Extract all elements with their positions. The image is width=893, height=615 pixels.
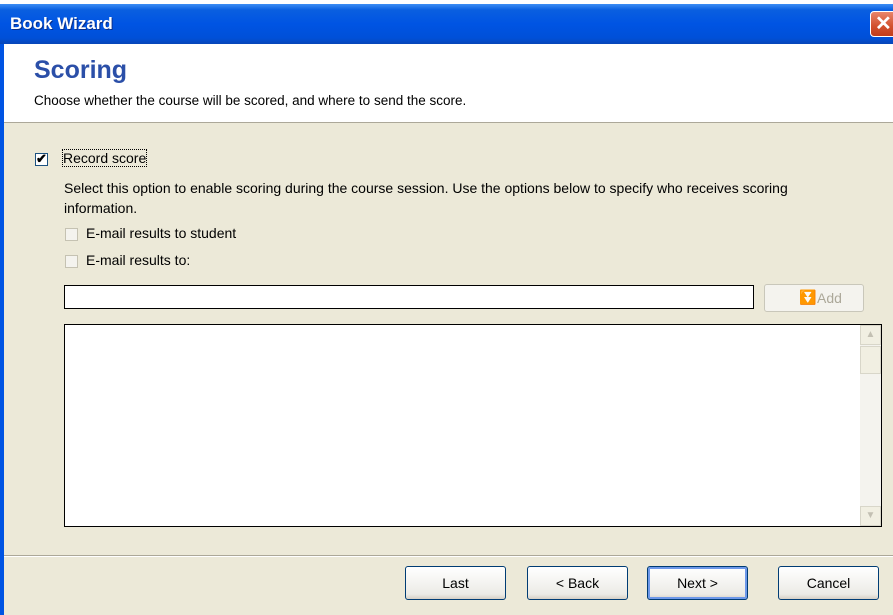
next-button[interactable]: Next > [647,566,748,600]
title-bar[interactable]: Book Wizard ✕ [0,4,893,44]
footer-divider [4,555,893,557]
wizard-header: Scoring Choose whether the course will b… [4,44,893,123]
scroll-down-button[interactable]: ▼ [860,506,881,526]
email-student-label[interactable]: E-mail results to student [86,225,236,241]
scroll-thumb[interactable] [860,346,881,374]
page-title: Scoring [34,56,128,84]
record-score-checkbox[interactable]: ✔ [35,151,48,166]
scroll-up-button[interactable]: ▲ [860,325,881,345]
record-score-label[interactable]: Record score [61,149,148,167]
close-icon: ✕ [875,13,892,35]
wizard-content: ✔ Record score Select this option to ena… [4,123,893,555]
close-button[interactable]: ✕ [870,11,893,37]
back-button[interactable]: < Back [527,566,628,600]
record-score-help-text: Select this option to enable scoring dur… [64,180,788,216]
window-title: Book Wizard [10,14,113,33]
double-down-arrow-icon: ⏬ [799,289,817,305]
email-to-checkbox[interactable] [65,255,78,268]
last-button[interactable]: Last [405,566,506,600]
recipient-list-scrollbar[interactable]: ▲ ▼ [860,325,881,526]
cancel-button[interactable]: Cancel [778,566,879,600]
email-address-input[interactable] [64,285,754,309]
email-to-label[interactable]: E-mail results to: [86,252,190,268]
book-wizard-window: Book Wizard ✕ Scoring Choose whether the… [0,4,893,615]
email-student-checkbox[interactable] [65,228,78,241]
recipient-list[interactable]: ▲ ▼ [64,324,882,527]
page-description: Choose whether the course will be scored… [34,93,467,108]
add-button-label: Add [817,290,842,306]
add-button[interactable]: ⏬ Add [764,284,864,312]
checkmark-icon: ✔ [36,151,47,166]
